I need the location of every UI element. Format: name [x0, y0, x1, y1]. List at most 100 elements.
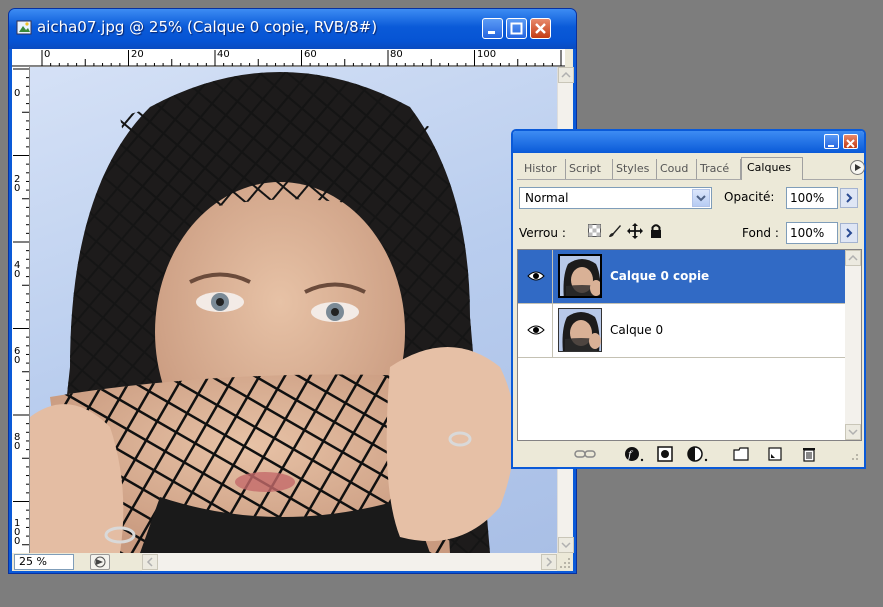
fill-label: Fond : [742, 226, 779, 240]
resize-grip-icon[interactable] [846, 448, 860, 462]
ruler-label: 0 [14, 88, 21, 99]
chevron-down-icon [696, 195, 706, 202]
ruler-label: 1 0 0 [14, 518, 21, 547]
chevron-up-icon [848, 254, 858, 261]
blend-mode-select[interactable]: Normal [519, 187, 712, 209]
adjustment-layer-icon[interactable] [687, 446, 709, 462]
ruler-label: 8 0 [14, 432, 21, 452]
maximize-button[interactable] [506, 18, 527, 39]
visibility-toggle[interactable] [518, 250, 553, 303]
opacity-label: Opacité: [724, 190, 775, 204]
image-canvas[interactable] [30, 67, 557, 553]
layer-name[interactable]: Calque 0 [610, 323, 663, 337]
horizontal-scrollbar[interactable] [142, 553, 557, 571]
chevron-right-icon [846, 228, 853, 238]
scroll-up-button[interactable] [558, 67, 574, 83]
tab-history[interactable]: Histor [521, 159, 566, 179]
link-icon[interactable] [574, 446, 596, 462]
folder-icon[interactable] [733, 446, 749, 462]
layer-thumbnail [558, 308, 602, 352]
document-window: aicha07.jpg @ 25% (Calque 0 copie, RVB/8… [8, 8, 577, 574]
fill-field[interactable]: 100% [786, 222, 838, 244]
arrow-right-icon [94, 556, 106, 568]
chevron-right-icon [846, 193, 853, 203]
close-icon [846, 139, 855, 148]
chevron-right-icon [546, 557, 553, 567]
dropdown-button[interactable] [692, 189, 710, 207]
mask-icon[interactable] [657, 446, 673, 462]
scroll-down-button[interactable] [558, 537, 574, 553]
close-button[interactable] [530, 18, 551, 39]
ruler-label: 20 [131, 49, 144, 60]
palette-menu-button[interactable] [850, 160, 865, 175]
lock-position-move-icon[interactable] [627, 223, 643, 239]
tab-channels[interactable]: Coud [657, 159, 697, 179]
lock-label: Verrou : [519, 226, 566, 240]
document-title: aicha07.jpg @ 25% (Calque 0 copie, RVB/8… [37, 18, 378, 36]
palette-close-button[interactable] [843, 134, 858, 149]
document-client-area: 0 20 40 60 80 100 0 2 0 4 0 6 0 8 0 1 0 … [12, 49, 574, 571]
tab-paths[interactable]: Tracé [697, 159, 741, 179]
chevron-left-icon [146, 557, 153, 567]
eye-icon [527, 271, 545, 281]
chevron-down-icon [848, 429, 858, 436]
new-layer-icon[interactable] [767, 446, 783, 462]
thumbnail-image [559, 309, 601, 351]
eye-icon [527, 325, 545, 335]
ruler-label: 6 0 [14, 346, 21, 366]
layers-bottom-toolbar: f [517, 442, 862, 465]
scroll-left-button[interactable] [142, 554, 158, 570]
ruler-label: 100 [477, 49, 497, 60]
layer-name[interactable]: Calque 0 copie [610, 269, 709, 283]
palette-tabs: Histor Script Styles Coud Tracé Calques [517, 157, 865, 180]
ruler-label: 40 [217, 49, 230, 60]
document-title-bar[interactable]: aicha07.jpg @ 25% (Calque 0 copie, RVB/8… [9, 9, 576, 49]
ruler-label: 4 0 [14, 260, 21, 280]
minimize-button[interactable] [482, 18, 503, 39]
opacity-slider-button[interactable] [840, 188, 858, 208]
chevron-down-icon [561, 542, 571, 549]
portrait-photo [30, 72, 515, 553]
layer-style-icon[interactable]: f [625, 446, 645, 462]
close-icon [535, 23, 546, 34]
palette-title-bar[interactable] [513, 131, 864, 153]
layer-row-selected[interactable]: Calque 0 copie [518, 250, 845, 304]
lock-transparency-icon[interactable] [588, 224, 602, 238]
horizontal-ruler[interactable]: 0 20 40 60 80 100 [12, 49, 565, 67]
tab-styles[interactable]: Styles [613, 159, 657, 179]
minimize-icon [828, 145, 834, 147]
tab-scripts[interactable]: Script [566, 159, 613, 179]
lock-pixels-brush-icon[interactable] [607, 223, 623, 239]
image-file-icon [16, 20, 32, 35]
minimize-icon [488, 31, 495, 34]
palette-minimize-button[interactable] [824, 134, 839, 149]
vertical-ruler[interactable]: 0 2 0 4 0 6 0 8 0 1 0 0 [12, 67, 30, 553]
chevron-up-icon [561, 71, 571, 78]
opacity-field[interactable]: 100% [786, 187, 838, 209]
lock-all-icon[interactable] [649, 223, 663, 239]
scroll-down-button[interactable] [845, 424, 861, 440]
layer-thumbnail [558, 254, 602, 298]
ruler-label: 0 [44, 49, 51, 60]
ruler-label: 60 [304, 49, 317, 60]
layers-scrollbar[interactable] [845, 250, 861, 440]
blend-mode-value: Normal [525, 191, 569, 205]
zoom-level-field[interactable]: 25 % [14, 554, 74, 570]
status-bar: 25 % [12, 553, 142, 571]
resize-grip-icon[interactable] [557, 553, 573, 571]
ruler-ticks [13, 68, 29, 546]
layer-row[interactable]: Calque 0 [518, 304, 845, 358]
play-icon [855, 164, 861, 171]
status-menu-button[interactable] [90, 554, 110, 570]
fill-slider-button[interactable] [840, 223, 858, 243]
trash-icon[interactable] [801, 446, 817, 462]
scroll-right-button[interactable] [541, 554, 557, 570]
tab-layers[interactable]: Calques [741, 157, 803, 180]
ruler-label: 80 [390, 49, 403, 60]
ruler-label: 2 0 [14, 174, 21, 194]
maximize-icon [510, 22, 523, 35]
visibility-toggle[interactable] [518, 304, 553, 357]
thumbnail-image [560, 256, 600, 296]
layers-palette: Histor Script Styles Coud Tracé Calques … [511, 129, 866, 469]
scroll-up-button[interactable] [845, 250, 861, 266]
